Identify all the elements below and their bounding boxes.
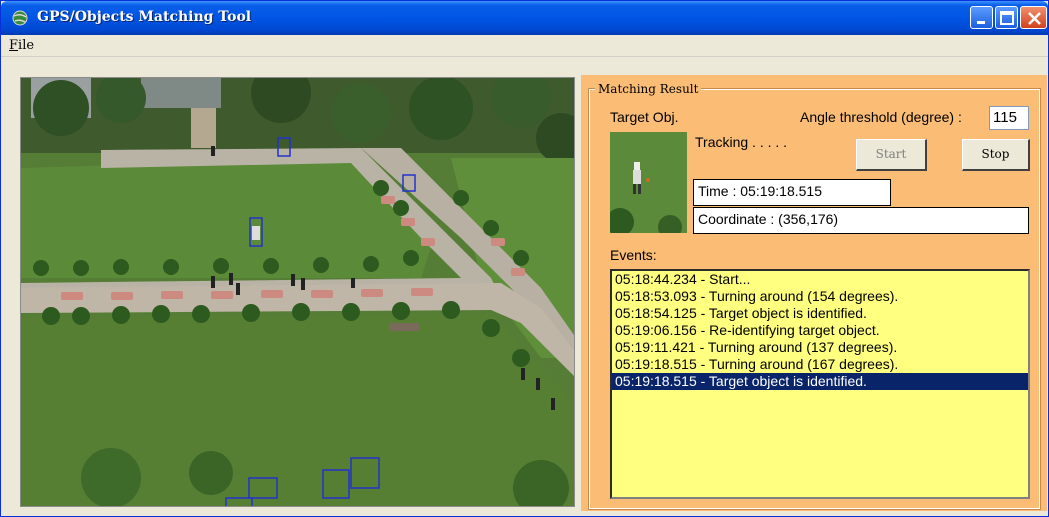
list-item[interactable]: 05:18:54.125 - Target object is identifi… <box>612 305 1028 322</box>
title-bar[interactable]: GPS/Objects Matching Tool <box>1 1 1048 35</box>
angle-threshold-input[interactable]: 115 <box>989 106 1029 130</box>
camera-view[interactable] <box>20 77 575 507</box>
minimize-button[interactable] <box>970 6 993 29</box>
events-label: Events: <box>610 247 657 263</box>
angle-threshold-label: Angle threshold (degree) : <box>800 109 962 125</box>
matching-result-title: Matching Result <box>595 82 702 96</box>
start-button[interactable]: Start <box>856 139 927 171</box>
target-object-label: Target Obj. <box>610 109 679 125</box>
list-item[interactable]: 05:19:18.515 - Turning around (167 degre… <box>612 356 1028 373</box>
list-item[interactable]: 05:18:44.234 - Start... <box>612 271 1028 288</box>
list-item[interactable]: 05:18:53.093 - Turning around (154 degre… <box>612 288 1028 305</box>
app-window: GPS/Objects Matching Tool File Matching … <box>0 0 1049 517</box>
close-button[interactable] <box>1020 6 1047 29</box>
events-list[interactable]: 05:18:44.234 - Start... 05:18:53.093 - T… <box>610 269 1030 499</box>
list-item[interactable]: 05:19:11.421 - Turning around (137 degre… <box>612 339 1028 356</box>
camera-feed-image <box>21 78 574 506</box>
coordinate-readout: Coordinate : (356,176) <box>693 207 1029 234</box>
maximize-icon <box>1000 11 1014 25</box>
list-item[interactable]: 05:19:06.156 - Re-identifying target obj… <box>612 322 1028 339</box>
stop-button[interactable]: Stop <box>962 139 1030 171</box>
close-icon <box>1028 12 1041 25</box>
tracking-status: Tracking . . . . . <box>695 134 788 150</box>
time-readout: Time : 05:19:18.515 <box>693 179 891 206</box>
window-title: GPS/Objects Matching Tool <box>37 9 252 25</box>
app-globe-icon <box>11 9 29 27</box>
target-object-thumbnail <box>610 132 687 233</box>
menu-bar: File <box>1 35 1048 57</box>
list-item-selected[interactable]: 05:19:18.515 - Target object is identifi… <box>612 373 1028 390</box>
minimize-icon <box>977 21 985 24</box>
maximize-button[interactable] <box>995 6 1018 29</box>
menu-file[interactable]: File <box>9 38 34 53</box>
